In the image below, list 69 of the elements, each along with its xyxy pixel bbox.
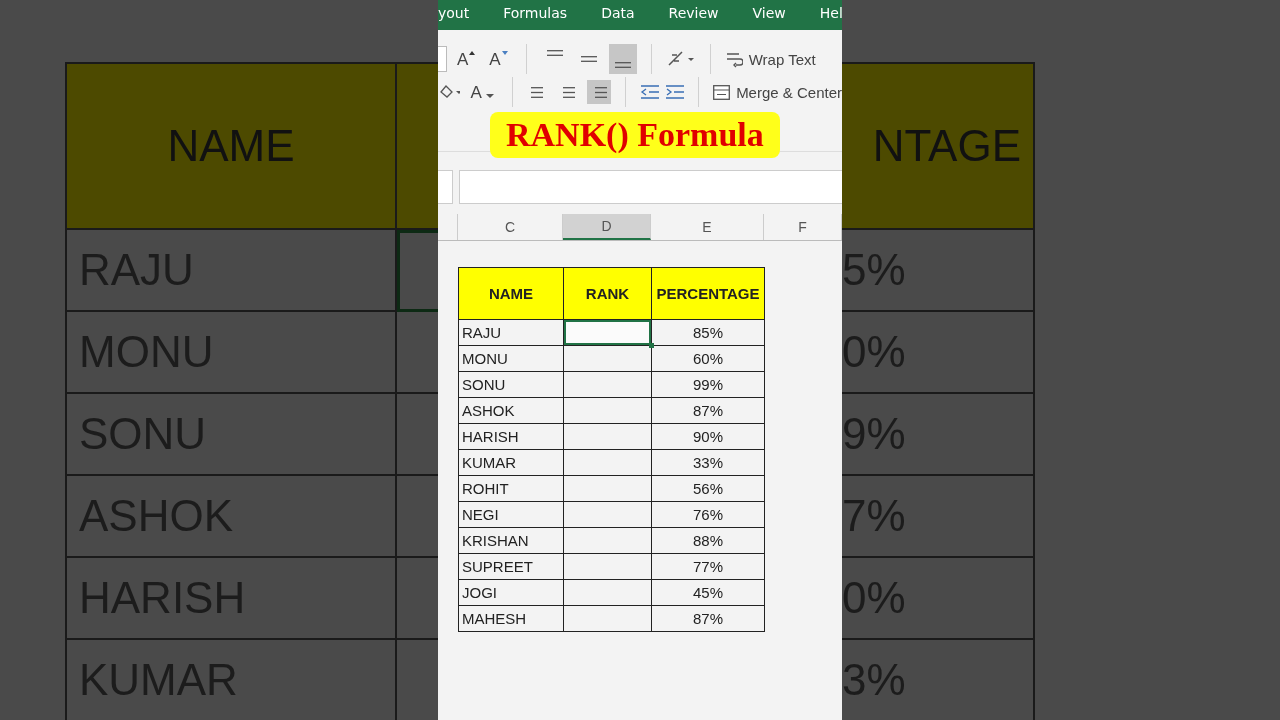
empty-cell[interactable] — [563, 475, 652, 502]
table-cell: KUMAR — [458, 449, 564, 476]
wrap-text-icon — [724, 50, 743, 68]
table-cell: 99% — [651, 371, 765, 398]
empty-cell[interactable] — [563, 553, 652, 580]
align-button[interactable] — [608, 44, 637, 74]
empty-cell[interactable] — [563, 501, 652, 528]
table-cell: 76% — [651, 501, 765, 528]
empty-cell[interactable] — [563, 605, 652, 632]
merge-icon — [713, 84, 731, 100]
ribbon-tab[interactable]: yout — [438, 5, 470, 21]
table-cell: 85% — [651, 319, 765, 346]
empty-cell[interactable] — [563, 527, 652, 554]
table-header-cell: RANK — [563, 267, 652, 320]
font-color-button[interactable]: A — [466, 83, 498, 101]
column-header[interactable]: E — [651, 214, 764, 240]
table-cell: NEGI — [458, 501, 564, 528]
selected-cell[interactable] — [563, 319, 652, 346]
table-cell: 87% — [651, 397, 765, 424]
table-cell: 77% — [651, 553, 765, 580]
table-cell: HARISH — [458, 423, 564, 450]
empty-cell[interactable] — [563, 345, 652, 372]
column-header[interactable]: D — [563, 214, 651, 240]
ribbon-tab[interactable]: Formulas — [503, 5, 568, 21]
table-header-cell: PERCENTAGE — [651, 267, 765, 320]
table-cell: 45% — [651, 579, 765, 606]
formula-field[interactable] — [459, 170, 842, 204]
title-banner: RANK() Formula — [490, 112, 780, 158]
table-header-cell: NAME — [458, 267, 564, 320]
table-cell: 90% — [651, 423, 765, 450]
table-cell: ASHOK — [458, 397, 564, 424]
table-cell: MAHESH — [458, 605, 564, 632]
table-header-cell: NTAGE — [842, 64, 1033, 230]
up-triangle-icon — [469, 50, 476, 55]
down-triangle-icon — [501, 50, 508, 55]
table-cell: KRISHAN — [458, 527, 564, 554]
align-icon — [546, 50, 563, 56]
ribbon-tab[interactable]: Review — [668, 5, 719, 21]
increase-font-button[interactable]: A — [453, 50, 480, 68]
align-icon — [614, 62, 631, 68]
table-cell: 60% — [651, 345, 765, 372]
table-cell: JOGI — [458, 579, 564, 606]
table-cell: SUPREET — [458, 553, 564, 580]
align-icon — [561, 86, 577, 98]
table-header-cell: NAME — [67, 64, 397, 230]
empty-cell[interactable] — [563, 423, 652, 450]
decrease-indent-icon[interactable] — [640, 84, 660, 100]
table-cell: 33% — [651, 449, 765, 476]
table-cell: MONU — [458, 345, 564, 372]
empty-cell[interactable] — [563, 449, 652, 476]
decrease-font-button[interactable]: A — [485, 50, 512, 68]
wrap-text-button[interactable]: Wrap Text — [748, 50, 816, 68]
align-button[interactable] — [587, 80, 612, 104]
caret-icon — [485, 93, 494, 99]
empty-cell[interactable] — [563, 371, 652, 398]
ribbon-tab[interactable]: View — [752, 5, 786, 21]
empty-cell[interactable] — [563, 397, 652, 424]
align-icon — [580, 56, 597, 62]
increase-indent-icon[interactable] — [665, 84, 685, 100]
merge-center-button[interactable]: Merge & Center — [736, 83, 842, 101]
ribbon-tab[interactable]: Hel — [819, 5, 842, 21]
table-cell: RAJU — [458, 319, 564, 346]
table-cell: 56% — [651, 475, 765, 502]
ribbon-tab[interactable]: Data — [601, 5, 635, 21]
table-cell: 88% — [651, 527, 765, 554]
table-cell: SONU — [458, 371, 564, 398]
table-cell: 87% — [651, 605, 765, 632]
empty-cell[interactable] — [563, 579, 652, 606]
table-cell: ROHIT — [458, 475, 564, 502]
